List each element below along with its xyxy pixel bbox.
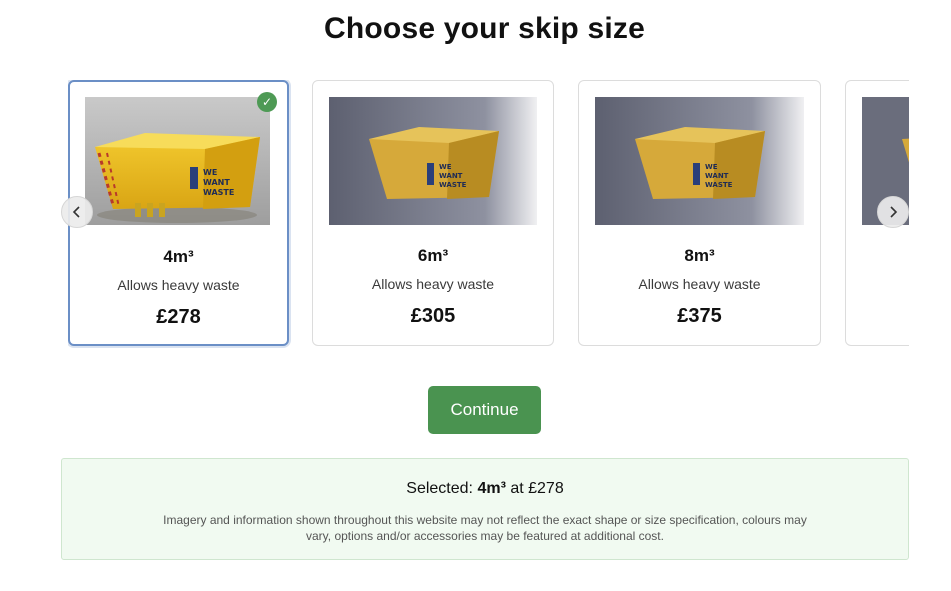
disclaimer-text: Imagery and information shown throughout… — [163, 513, 807, 543]
svg-text:WASTE: WASTE — [439, 181, 467, 189]
chevron-left-icon — [72, 206, 80, 218]
carousel-next-button[interactable] — [877, 196, 909, 228]
skip-photo-icon: WE WANT WASTE — [85, 97, 270, 225]
skip-note: Allows heavy waste — [371, 276, 495, 292]
svg-text:WANT: WANT — [203, 178, 230, 187]
checkmark-icon: ✓ — [257, 92, 277, 112]
continue-button[interactable]: Continue — [428, 386, 541, 434]
skip-photo-icon: WE WANT WASTE — [329, 97, 537, 225]
svg-text:WANT: WANT — [439, 172, 463, 180]
skip-price: £278 — [156, 306, 201, 328]
skip-card-6m3[interactable]: WE WANT WASTE 6m³ Allows heavy waste £30… — [312, 80, 554, 346]
selected-prefix: Selected: — [406, 480, 478, 497]
carousel-prev-button[interactable] — [61, 196, 93, 228]
skip-image: WE WANT WASTE — [85, 97, 270, 225]
svg-text:WE: WE — [705, 163, 718, 171]
skip-image: WE WANT WASTE — [329, 97, 537, 225]
svg-text:WANT: WANT — [705, 172, 729, 180]
page-title: Choose your skip size — [324, 12, 645, 45]
skip-size: 6m³ — [417, 246, 449, 265]
selected-price: £278 — [528, 480, 564, 497]
svg-text:WE: WE — [203, 168, 217, 177]
skip-size: 8m³ — [684, 246, 715, 265]
svg-text:WE: WE — [439, 163, 452, 171]
skip-price: £375 — [677, 305, 722, 327]
skip-note: Allows heavy waste — [638, 276, 761, 292]
skip-card-8m3[interactable]: WE WANT WASTE 8m³ Allows heavy waste £37… — [578, 80, 821, 346]
skip-image: WE WANT WASTE — [595, 97, 804, 225]
skip-size-page: Choose your skip size WE WANT WASTE ✓ 4m… — [0, 0, 951, 591]
skip-size: 4m³ — [163, 247, 194, 266]
svg-text:WASTE: WASTE — [203, 188, 234, 197]
skip-card-4m3[interactable]: WE WANT WASTE ✓ 4m³ Allows heavy waste £… — [68, 80, 289, 346]
chevron-right-icon — [890, 206, 898, 218]
carousel-track: WE WANT WASTE ✓ 4m³ Allows heavy waste £… — [68, 80, 909, 348]
selected-summary-line: Selected: 4m³ at £278 — [62, 480, 908, 498]
skip-note: Allows heavy waste — [117, 277, 240, 293]
selected-middle: at — [505, 480, 529, 497]
selected-size: 4m³ — [477, 480, 506, 497]
skip-price: £305 — [410, 305, 456, 327]
skip-photo-icon: WE WANT WASTE — [595, 97, 804, 225]
svg-text:WASTE: WASTE — [705, 181, 733, 189]
skip-carousel: WE WANT WASTE ✓ 4m³ Allows heavy waste £… — [68, 80, 909, 348]
selection-summary: Selected: 4m³ at £278 Imagery and inform… — [61, 458, 909, 560]
